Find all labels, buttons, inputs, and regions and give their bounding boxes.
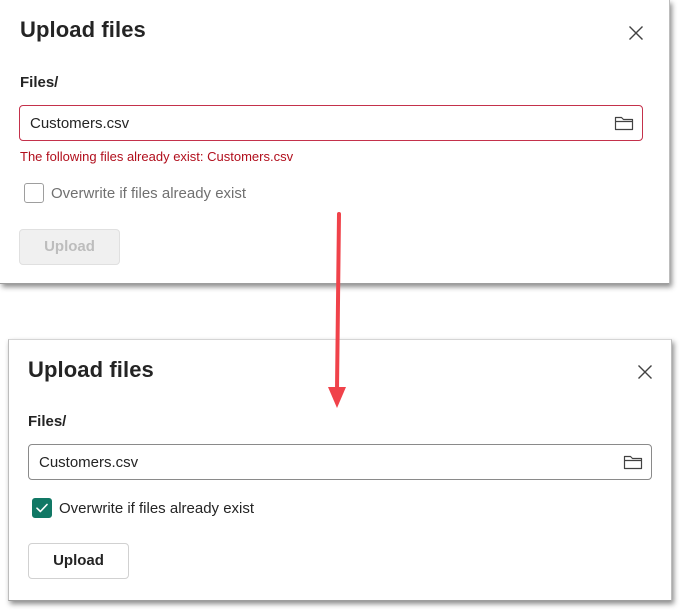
file-field[interactable]	[19, 105, 643, 141]
upload-button-disabled[interactable]: Upload	[19, 229, 120, 265]
screenshot-canvas: Upload files Files/ The following files …	[0, 0, 680, 610]
path-label: Files/	[20, 74, 59, 91]
browse-folder-button[interactable]	[614, 115, 634, 131]
file-exists-error: The following files already exist: Custo…	[20, 149, 294, 164]
browse-folder-button[interactable]	[623, 454, 643, 470]
overwrite-checkbox-row[interactable]: Overwrite if files already exist	[24, 183, 246, 203]
folder-icon	[623, 455, 643, 470]
dialog-title: Upload files	[28, 357, 154, 382]
overwrite-checkbox-row[interactable]: Overwrite if files already exist	[32, 498, 254, 518]
close-button[interactable]	[637, 364, 653, 380]
close-button[interactable]	[628, 25, 644, 41]
checkmark-icon	[36, 503, 48, 513]
overwrite-checkbox[interactable]	[32, 498, 52, 518]
folder-icon	[614, 116, 634, 131]
dialog-title: Upload files	[20, 17, 146, 42]
file-field[interactable]	[28, 444, 652, 480]
close-icon	[638, 365, 652, 379]
overwrite-label: Overwrite if files already exist	[51, 184, 247, 202]
down-arrow-annotation	[328, 212, 346, 408]
file-name-input[interactable]	[39, 445, 599, 479]
path-label: Files/	[28, 413, 67, 430]
file-name-input[interactable]	[30, 106, 590, 140]
close-icon	[629, 26, 643, 40]
upload-button[interactable]: Upload	[28, 543, 129, 579]
overwrite-label: Overwrite if files already exist	[59, 499, 255, 517]
overwrite-checkbox[interactable]	[24, 183, 44, 203]
